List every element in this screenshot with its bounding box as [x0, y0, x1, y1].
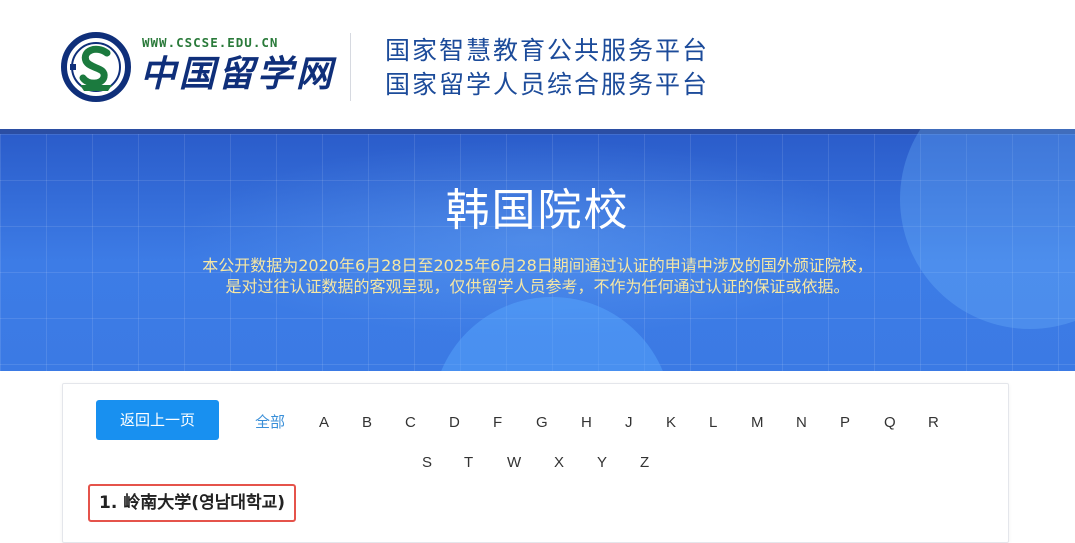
- letter-filter-item[interactable]: W: [507, 453, 521, 473]
- letter-filter-item[interactable]: D: [449, 413, 460, 433]
- cscse-logo-icon[interactable]: [60, 31, 132, 103]
- platform-name-1: 国家智慧教育公共服务平台: [385, 36, 710, 65]
- banner-description-line: 本公开数据为2020年6月28日至2025年6月28日期间通过认证的申请中涉及的…: [202, 256, 873, 275]
- school-name[interactable]: 岭南大学(영남대학교): [123, 493, 285, 513]
- back-button[interactable]: 返回上一页: [96, 400, 219, 440]
- letter-filter-item[interactable]: T: [464, 453, 473, 473]
- school-index: 1.: [99, 493, 118, 513]
- letter-filter-item[interactable]: Y: [597, 453, 607, 473]
- page-title: 韩国院校: [445, 185, 630, 236]
- letter-filter-item[interactable]: Q: [884, 413, 896, 433]
- letter-filter-item[interactable]: H: [581, 413, 592, 433]
- letter-filter-item[interactable]: A: [319, 413, 329, 433]
- site-header: WWW.CSCSE.EDU.CN 中国留学网 国家智慧教育公共服务平台 国家留学…: [0, 0, 1075, 129]
- banner-description-line: 是对过往认证数据的客观呈现，仅供留学人员参考，不作为任何通过认证的保证或依据。: [225, 277, 850, 296]
- letter-filter-item[interactable]: C: [405, 413, 416, 433]
- school-list-item[interactable]: 1. 岭南大学(영남대학교): [88, 484, 297, 522]
- letter-filter-item[interactable]: G: [536, 413, 548, 433]
- letter-filter-item[interactable]: P: [840, 413, 850, 433]
- letter-filter-item[interactable]: M: [751, 413, 764, 433]
- letter-filter-item[interactable]: J: [625, 413, 633, 433]
- letter-filter-item[interactable]: R: [928, 413, 939, 433]
- platform-name-2: 国家留学人员综合服务平台: [385, 70, 710, 99]
- letter-filter-item[interactable]: K: [666, 413, 676, 433]
- letter-filter-item[interactable]: N: [796, 413, 807, 433]
- letter-filter-all[interactable]: 全部: [255, 413, 285, 433]
- page-banner: 韩国院校 本公开数据为2020年6月28日至2025年6月28日期间通过认证的申…: [0, 129, 1075, 371]
- school-list-card: 返回上一页 全部 A B C D F G H J K L M N P Q R S…: [62, 383, 1009, 543]
- header-divider: [350, 33, 351, 101]
- letter-filter-item[interactable]: F: [493, 413, 502, 433]
- letter-filter-item[interactable]: L: [709, 413, 717, 433]
- site-url: WWW.CSCSE.EDU.CN: [142, 35, 279, 50]
- letter-filter-item[interactable]: S: [422, 453, 432, 473]
- letter-filter-item[interactable]: Z: [640, 453, 649, 473]
- letter-filter-item[interactable]: X: [554, 453, 564, 473]
- letter-filter-item[interactable]: B: [362, 413, 372, 433]
- site-name[interactable]: 中国留学网: [140, 52, 335, 96]
